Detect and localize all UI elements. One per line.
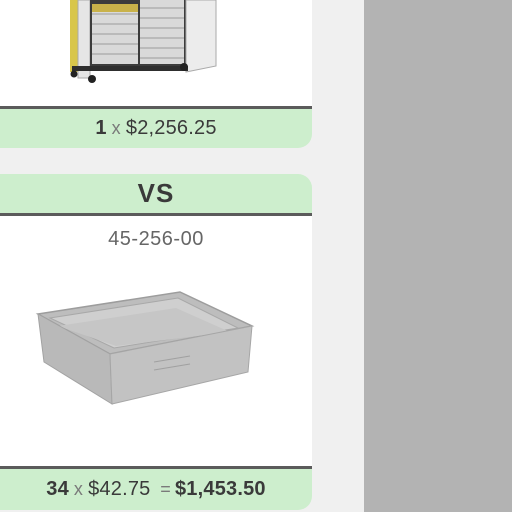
item2-unit-price: $42.75 [88, 478, 151, 500]
storage-cabinet-icon [70, 0, 217, 83]
item2-price-bar: 34 x $42.75 = $1,453.50 [0, 466, 312, 510]
item1-unit-price: $2,256.25 [125, 117, 217, 139]
item1-price-bar: 1 x $2,256.25 [0, 106, 312, 148]
item2-sku: 45-256-00 [108, 228, 204, 250]
item1-times: x [111, 118, 121, 138]
side-panel [364, 0, 512, 512]
item1-qty: 1 [95, 117, 107, 139]
vs-divider: VS [0, 174, 312, 216]
gutter [312, 0, 364, 512]
product-card-1 [0, 0, 312, 106]
comparison-column: 1 x $2,256.25 VS 45-256-00 34 x $42.75 = $1,4… [0, 0, 312, 512]
item2-qty: 34 [46, 478, 69, 500]
item2-times: x [73, 479, 84, 499]
item2-equals: = [160, 479, 171, 499]
item1-price-line: 1 x $2,256.25 [95, 117, 216, 140]
item2-total: $1,453.50 [174, 478, 266, 500]
vs-label: VS [137, 178, 175, 208]
item2-price-line: 34 x $42.75 = $1,453.50 [46, 478, 266, 501]
plastic-tray-icon [35, 291, 255, 405]
